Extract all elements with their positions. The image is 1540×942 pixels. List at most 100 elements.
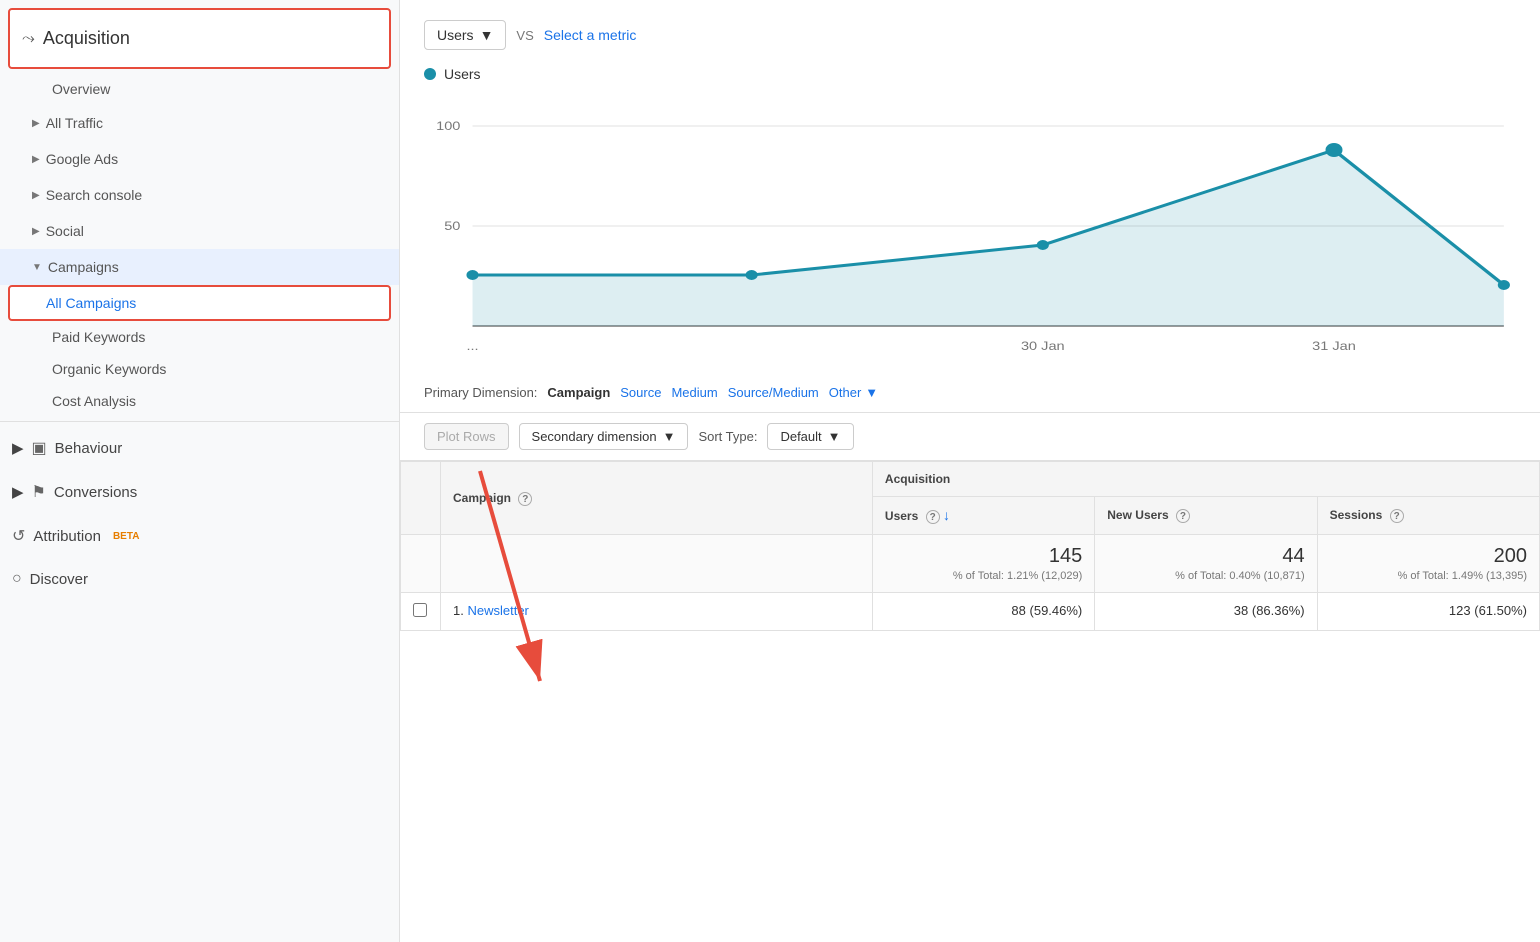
chevron-right-icon: ▶ bbox=[12, 439, 24, 457]
total-row-campaign-cell bbox=[441, 535, 873, 593]
chart-controls: Users ▼ VS Select a metric bbox=[424, 20, 1516, 50]
svg-text:30 Jan: 30 Jan bbox=[1021, 339, 1065, 352]
table-header-new-users: New Users ? bbox=[1095, 497, 1317, 535]
row-campaign-link[interactable]: Newsletter bbox=[467, 603, 528, 618]
sidebar-section-conversions[interactable]: ▶ ⚑ Conversions bbox=[0, 470, 399, 514]
sidebar-item-paid-keywords[interactable]: Paid Keywords bbox=[0, 321, 399, 353]
users-help-icon[interactable]: ? bbox=[926, 510, 940, 524]
chevron-down-icon: ▼ bbox=[32, 262, 42, 273]
legend-label: Users bbox=[444, 66, 481, 82]
conversions-icon: ⚑ bbox=[32, 482, 46, 502]
sidebar-item-campaigns-label: Campaigns bbox=[48, 259, 119, 275]
sidebar-acquisition-header[interactable]: ⤳ Acquisition bbox=[8, 8, 391, 69]
total-new-users-value: 44 bbox=[1282, 545, 1304, 567]
sidebar-item-search-console[interactable]: ▶ Search console bbox=[0, 177, 399, 213]
svg-text:50: 50 bbox=[444, 219, 460, 232]
dimension-dropdown-other[interactable]: Other ▼ bbox=[829, 385, 878, 400]
sidebar-item-all-campaigns[interactable]: All Campaigns bbox=[8, 285, 391, 321]
new-users-help-icon[interactable]: ? bbox=[1176, 509, 1190, 523]
table-total-row: 145 % of Total: 1.21% (12,029) 44 % of T… bbox=[401, 535, 1540, 593]
chart-legend: Users bbox=[424, 66, 1516, 82]
row-new-users-pct: (86.36%) bbox=[1252, 603, 1305, 618]
table-header-sessions: Sessions ? bbox=[1317, 497, 1539, 535]
select-metric-link[interactable]: Select a metric bbox=[544, 27, 637, 43]
row-checkbox[interactable] bbox=[413, 603, 427, 617]
total-new-users-sub: % of Total: 0.40% (10,871) bbox=[1107, 570, 1304, 582]
dimension-link-medium[interactable]: Medium bbox=[671, 385, 717, 400]
behaviour-icon: ▣ bbox=[32, 438, 47, 458]
dropdown-arrow-icon: ▼ bbox=[663, 429, 676, 444]
sidebar-section-discover[interactable]: ○ Discover bbox=[0, 558, 399, 600]
table-header-acquisition: Acquisition bbox=[872, 462, 1539, 497]
total-users-sub: % of Total: 1.21% (12,029) bbox=[885, 570, 1082, 582]
campaign-help-icon[interactable]: ? bbox=[518, 492, 532, 506]
total-row-checkbox-cell bbox=[401, 535, 441, 593]
row-users-cell: 88 (59.46%) bbox=[872, 593, 1094, 631]
sidebar-section-behaviour-label: Behaviour bbox=[55, 440, 123, 457]
sidebar-item-overview[interactable]: Overview bbox=[0, 73, 399, 105]
row-users-value: 88 bbox=[1011, 603, 1025, 618]
metric-dropdown-label: Users bbox=[437, 27, 474, 43]
sidebar-item-social[interactable]: ▶ Social bbox=[0, 213, 399, 249]
total-users-value: 145 bbox=[1049, 545, 1082, 567]
secondary-dimension-label: Secondary dimension bbox=[532, 429, 657, 444]
sidebar-item-all-traffic[interactable]: ▶ All Traffic bbox=[0, 105, 399, 141]
row-new-users-cell: 38 (86.36%) bbox=[1095, 593, 1317, 631]
sidebar-item-google-ads-label: Google Ads bbox=[46, 151, 118, 167]
table-header-users: Users ? ↓ bbox=[872, 497, 1094, 535]
primary-dimension-label: Primary Dimension: bbox=[424, 385, 537, 400]
sessions-help-icon[interactable]: ? bbox=[1390, 509, 1404, 523]
metric-dropdown[interactable]: Users ▼ bbox=[424, 20, 506, 50]
dimension-bar: Primary Dimension: Campaign Source Mediu… bbox=[400, 373, 1540, 413]
secondary-dimension-button[interactable]: Secondary dimension ▼ bbox=[519, 423, 689, 450]
sidebar-section-discover-label: Discover bbox=[30, 571, 88, 588]
plot-rows-button[interactable]: Plot Rows bbox=[424, 423, 509, 450]
attribution-icon: ↺ bbox=[12, 526, 25, 546]
svg-text:31 Jan: 31 Jan bbox=[1312, 339, 1356, 352]
chart-area: Users ▼ VS Select a metric Users 100 50 bbox=[400, 0, 1540, 373]
row-rank: 1. bbox=[453, 603, 464, 618]
discover-icon: ○ bbox=[12, 570, 22, 588]
data-table: Campaign ? Acquisition Users ? ↓ New Use… bbox=[400, 461, 1540, 631]
total-row-sessions-cell: 200 % of Total: 1.49% (13,395) bbox=[1317, 535, 1539, 593]
sort-type-label: Sort Type: bbox=[698, 429, 757, 444]
chevron-right-icon: ▶ bbox=[12, 483, 24, 501]
svg-text:...: ... bbox=[466, 339, 478, 352]
table-controls: Plot Rows Secondary dimension ▼ Sort Typ… bbox=[400, 413, 1540, 461]
row-checkbox-cell bbox=[401, 593, 441, 631]
dimension-link-source-medium[interactable]: Source/Medium bbox=[728, 385, 819, 400]
sidebar-item-campaigns[interactable]: ▼ Campaigns bbox=[0, 249, 399, 285]
total-row-new-users-cell: 44 % of Total: 0.40% (10,871) bbox=[1095, 535, 1317, 593]
sidebar-item-overview-label: Overview bbox=[52, 81, 110, 97]
dropdown-arrow-icon: ▼ bbox=[480, 27, 494, 43]
dimension-link-source[interactable]: Source bbox=[620, 385, 661, 400]
table-header-checkbox-col bbox=[401, 462, 441, 535]
sidebar-item-cost-analysis[interactable]: Cost Analysis bbox=[0, 385, 399, 417]
sidebar-item-all-campaigns-label: All Campaigns bbox=[46, 295, 136, 311]
svg-text:100: 100 bbox=[436, 119, 460, 132]
sidebar-section-attribution[interactable]: ↺ Attribution BETA bbox=[0, 514, 399, 558]
vs-label: VS bbox=[516, 28, 533, 43]
row-sessions-value: 123 bbox=[1449, 603, 1471, 618]
total-row-users-cell: 145 % of Total: 1.21% (12,029) bbox=[872, 535, 1094, 593]
sort-arrow-icon[interactable]: ↓ bbox=[943, 507, 950, 523]
table-row: 1. Newsletter 88 (59.46%) 38 (86.36%) 12… bbox=[401, 593, 1540, 631]
row-sessions-pct: (61.50%) bbox=[1474, 603, 1527, 618]
dimension-active-campaign[interactable]: Campaign bbox=[547, 385, 610, 400]
table-header-campaign: Campaign ? bbox=[441, 462, 873, 535]
beta-badge: BETA bbox=[113, 531, 139, 542]
sidebar-item-cost-analysis-label: Cost Analysis bbox=[52, 393, 136, 409]
row-new-users-value: 38 bbox=[1234, 603, 1248, 618]
sort-dropdown[interactable]: Default ▼ bbox=[767, 423, 853, 450]
chevron-right-icon: ▶ bbox=[32, 118, 40, 129]
sidebar-item-paid-keywords-label: Paid Keywords bbox=[52, 329, 145, 345]
sidebar-section-behaviour[interactable]: ▶ ▣ Behaviour bbox=[0, 426, 399, 470]
sidebar-item-organic-keywords[interactable]: Organic Keywords bbox=[0, 353, 399, 385]
chevron-right-icon: ▶ bbox=[32, 154, 40, 165]
sidebar-item-google-ads[interactable]: ▶ Google Ads bbox=[0, 141, 399, 177]
chevron-right-icon: ▶ bbox=[32, 190, 40, 201]
sidebar-acquisition-title: Acquisition bbox=[43, 28, 130, 49]
legend-dot bbox=[424, 68, 436, 80]
acquisition-icon: ⤳ bbox=[22, 30, 35, 48]
sidebar-item-search-console-label: Search console bbox=[46, 187, 143, 203]
